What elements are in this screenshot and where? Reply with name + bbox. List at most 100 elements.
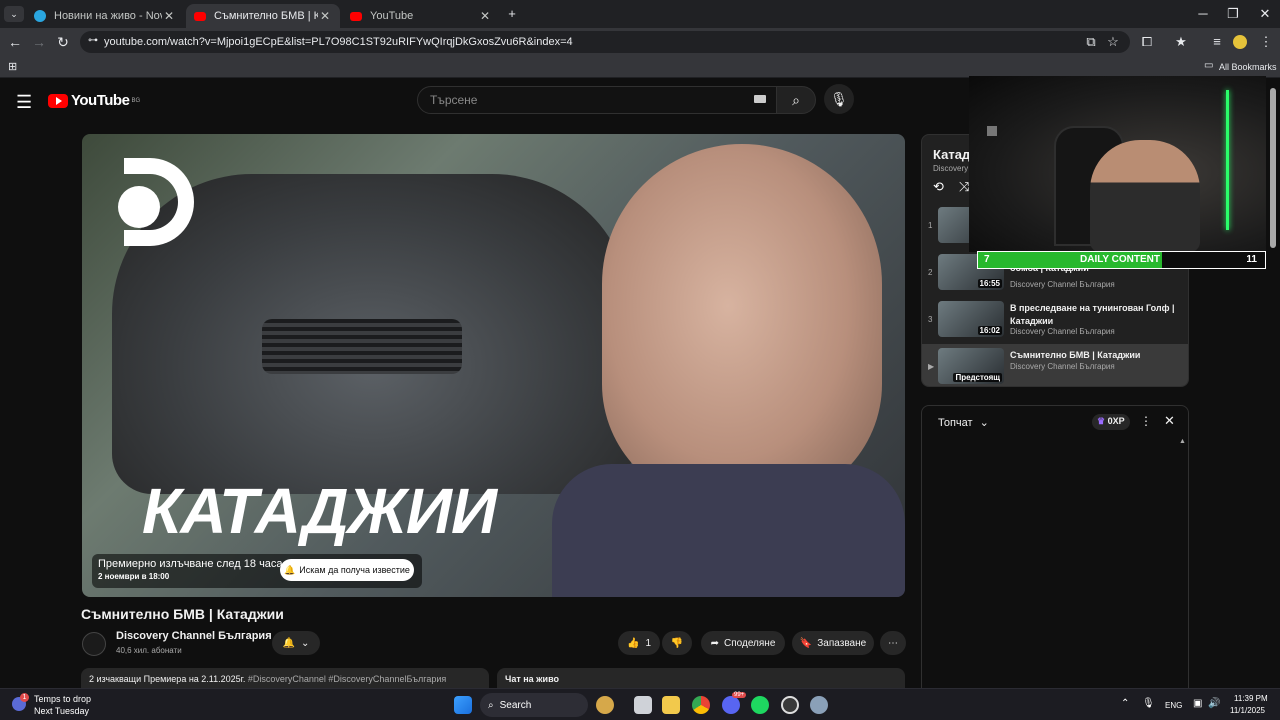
windows-taskbar: 1 Temps to drop Next Tuesday ⌕ Search 99… [0,688,1280,720]
notification-bell-button[interactable]: 🔔 ⌄ [272,631,320,655]
widgets-icon[interactable] [596,696,614,714]
tab-youtube[interactable]: YouTube ✕ [342,4,500,28]
keyboard-icon[interactable] [754,95,766,103]
spotify-icon[interactable] [751,696,769,714]
install-app-icon[interactable]: ⧉ [1082,34,1100,50]
thumbs-down-icon: 👎 [670,637,684,649]
notify-me-button[interactable]: 🔔 Искам да получа известие [280,559,414,581]
close-window-button[interactable]: ✕ [1250,6,1280,22]
menu-kebab-icon[interactable]: ⋮ [1257,34,1275,50]
scroll-up-icon[interactable]: ▲ [1179,438,1186,445]
tab-search-button[interactable]: ⌄ [4,6,24,22]
loop-icon[interactable]: ⟲ [933,179,944,195]
media-control-icon[interactable]: ≡ [1208,34,1226,49]
taskbar-search[interactable]: ⌕ Search [480,693,588,717]
discord-icon[interactable] [722,696,740,714]
dislike-button[interactable]: 👎 [662,631,692,655]
chevron-down-icon: ⌄ [301,637,310,649]
forward-icon[interactable]: → [30,34,48,50]
language-indicator[interactable]: ENG [1165,701,1182,710]
back-icon[interactable]: ← [6,34,24,50]
subscriber-count: 40,6 хил. абонати [116,646,182,655]
shuffle-icon[interactable]: ⤨ [959,179,969,195]
chat-mode-label: Топчат [938,417,973,429]
tab-title: Съмнително БМВ | Катаджии [214,10,318,22]
restore-button[interactable]: ❐ [1218,6,1248,22]
channel-name[interactable]: Discovery Channel България [116,630,272,642]
windows-start-icon[interactable] [454,696,472,714]
more-actions-button[interactable]: ⋯ [880,631,906,655]
progress-label: DAILY CONTENT [1080,254,1161,265]
chrome-icon[interactable] [692,696,710,714]
presenter-image [602,144,882,504]
search-icon: ⌕ [792,92,800,108]
playlist-item[interactable]: 3 16:02 В преследване на тунингован Голф… [922,297,1188,341]
chat-mode-dropdown[interactable]: Топчат ⌄ [938,416,989,429]
like-button[interactable]: 👍 1 [618,631,660,655]
playlist-thumbnail: 16:02 [938,301,1004,337]
crown-icon: ♛ [1097,416,1106,426]
playlist-item-channel: Discovery Channel България [1010,280,1115,289]
settings-icon[interactable] [810,696,828,714]
youtube-play-icon [48,93,68,108]
channel-avatar[interactable] [82,632,106,656]
tray-chevron-icon[interactable]: ⌃ [1121,698,1129,709]
chevron-down-icon: ⌄ [979,417,989,429]
streamer-image [1090,140,1200,252]
car-grille [262,319,462,374]
url-bar[interactable]: ⊶ youtube.com/watch?v=Mjpoi1gECpE&list=P… [80,31,1130,53]
all-bookmarks-link[interactable]: All Bookmarks [1219,62,1277,72]
reload-icon[interactable]: ↻ [54,34,72,51]
notification-badge: 1 [20,693,29,702]
favorites-icon[interactable]: ★ [1172,34,1190,50]
more-icon: ⋯ [888,637,898,649]
tab-current-video[interactable]: Съмнително БМВ | Катаджии ✕ [186,4,340,28]
new-tab-button[interactable]: + [497,6,527,21]
search-placeholder: Търсене [430,93,478,107]
file-explorer-icon[interactable] [662,696,680,714]
clock-date[interactable]: 11/1/2025 [1230,706,1265,715]
minimize-button[interactable]: ─ [1188,6,1218,21]
bookmark-star-icon[interactable]: ☆ [1104,34,1122,50]
xp-badge[interactable]: ♛ 0XP [1092,414,1130,430]
share-button[interactable]: ➦ Споделяне [701,631,785,655]
close-tab-icon[interactable]: ✕ [162,9,176,23]
hamburger-menu-icon[interactable]: ☰ [16,92,32,113]
tab-novaplay[interactable]: Новини на живо - NovaPlay ✕ [26,4,184,28]
extensions-icon[interactable]: ⧠ [1138,34,1156,50]
obs-icon[interactable] [781,696,799,714]
volume-icon[interactable]: 🔊 [1208,698,1220,709]
clock-time[interactable]: 11:39 PM [1234,694,1268,703]
network-icon[interactable]: ▣ [1193,698,1202,709]
tab-title: YouTube [370,10,414,22]
duration-badge: Предстоящ [953,373,1002,382]
like-count: 1 [645,637,651,649]
daily-content-progress: 7 DAILY CONTENT 11 [977,251,1266,269]
save-button[interactable]: 🔖 Запазване [792,631,874,655]
discord-badge: 99+ [732,692,747,698]
description-text: 2 изчакващи Премиера на 2.11.2025г. [89,674,246,684]
search-input[interactable]: Търсене [417,86,777,114]
profile-avatar[interactable] [1233,35,1247,49]
youtube-logo[interactable]: YouTube BG [48,92,140,109]
widget-title[interactable]: Temps to drop [34,694,91,704]
playlist-item-current[interactable]: ▶ Предстоящ Съмнително БМВ | Катаджии Di… [922,344,1188,386]
progress-right-value: 11 [1246,254,1257,265]
voice-search-button[interactable]: 🎙 [824,84,854,114]
close-tab-icon[interactable]: ✕ [318,9,332,23]
site-info-icon[interactable]: ⊶ [88,35,98,46]
search-button[interactable]: ⌕ [776,86,816,114]
thumbnail-title: КАТАДЖИИ [142,475,497,547]
bell-icon: 🔔 [284,564,296,575]
chat-menu-icon[interactable]: ⋮ [1140,414,1152,428]
video-player[interactable]: КАТАДЖИИ Премиерно излъчване след 18 час… [82,134,905,597]
microphone-icon[interactable]: 🎙 [1142,698,1155,709]
duration-badge: 16:55 [977,279,1002,288]
apps-grid-icon[interactable]: ⊞ [8,60,17,73]
close-tab-icon[interactable]: ✕ [478,9,492,23]
playlist-owner: Discovery [933,164,969,173]
hashtags[interactable]: #DiscoveryChannel #DiscoveryChannelБълга… [248,674,446,684]
task-view-icon[interactable] [634,696,652,714]
close-chat-icon[interactable]: ✕ [1164,413,1175,429]
page-scrollbar[interactable] [1270,88,1276,248]
